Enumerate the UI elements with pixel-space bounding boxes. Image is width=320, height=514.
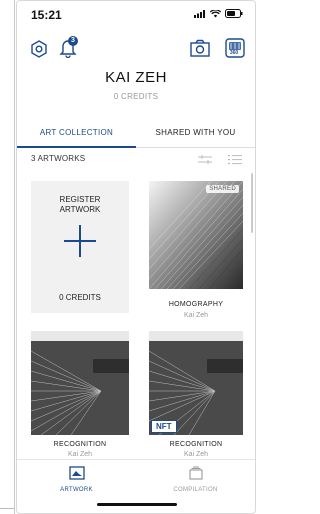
- scan-360-label: 360: [229, 50, 239, 56]
- artwork-title: RECOGNITION: [169, 441, 223, 448]
- register-artwork-card[interactable]: REGISTER ARTWORK 0 CREDITS: [31, 181, 129, 313]
- filter-button[interactable]: [197, 152, 213, 166]
- camera-icon: [190, 39, 210, 57]
- artwork-title: RECOGNITION: [53, 441, 107, 448]
- nav-compilation-label: COMPILATION: [173, 487, 218, 493]
- nft-badge: NFT: [151, 420, 177, 433]
- register-title-line1: REGISTER: [59, 195, 101, 204]
- profile-name: KAI ZEH: [105, 69, 167, 86]
- settings-button[interactable]: [29, 39, 49, 59]
- active-tab-indicator: [17, 146, 136, 148]
- shared-badge: SHARED: [206, 185, 239, 193]
- register-credits: 0 CREDITS: [59, 293, 101, 302]
- home-indicator[interactable]: [97, 503, 177, 506]
- plus-icon: [64, 225, 96, 257]
- wifi-icon: [210, 9, 221, 17]
- signal-icon: [194, 9, 205, 18]
- status-time: 15:21: [31, 8, 62, 22]
- profile-header: KAI ZEH 0 CREDITS: [17, 67, 255, 101]
- list-view-button[interactable]: [227, 152, 243, 166]
- scrollbar[interactable]: [251, 173, 253, 233]
- artwork-artist: Kai Zeh: [67, 451, 93, 458]
- status-bar: 15:21: [17, 1, 255, 29]
- tab-art-collection-label: ART COLLECTION: [39, 128, 114, 137]
- page: 15:21 3 360 KAI ZEH 0 CREDITS ART COLLEC…: [0, 0, 258, 514]
- artwork-thumbnail: [31, 331, 129, 435]
- artwork-thumbnail: NFT: [149, 331, 243, 435]
- left-frame-edge: [0, 0, 15, 514]
- nav-compilation[interactable]: COMPILATION: [136, 466, 255, 493]
- artwork-title: HOMOGRAPHY: [168, 301, 224, 308]
- phone-screen: 15:21 3 360 KAI ZEH 0 CREDITS ART COLLEC…: [16, 0, 256, 514]
- artwork-card[interactable]: RECOGNITION Kai Zeh: [31, 331, 129, 461]
- collection-tabs: ART COLLECTION SHARED WITH YOU: [17, 125, 255, 148]
- bottom-navigation: ARTWORK COMPILATION: [17, 459, 255, 506]
- filter-icon: [198, 154, 212, 164]
- notification-badge: 3: [68, 36, 78, 46]
- collection-toolbar: 3 ARTWORKS: [17, 149, 255, 169]
- homography-image: [149, 181, 243, 289]
- camera-button[interactable]: [189, 37, 211, 59]
- register-title-line2: ARTWORK: [59, 205, 101, 214]
- tab-shared-with-you-label: SHARED WITH YOU: [155, 128, 236, 137]
- tab-art-collection[interactable]: ART COLLECTION: [17, 128, 136, 137]
- battery-icon: [225, 9, 243, 18]
- compilation-icon: [188, 466, 203, 480]
- nav-artwork-label: ARTWORK: [60, 487, 93, 493]
- artwork-icon: [68, 466, 85, 480]
- notifications-button[interactable]: 3: [57, 36, 79, 59]
- scan-360-button[interactable]: 360: [223, 36, 247, 60]
- artwork-count: 3 ARTWORKS: [31, 154, 86, 163]
- artwork-thumbnail: SHARED: [149, 181, 243, 289]
- profile-credits: 0 CREDITS: [113, 92, 159, 101]
- recognition-image: [31, 331, 129, 435]
- tab-shared-with-you[interactable]: SHARED WITH YOU: [136, 128, 255, 137]
- artwork-artist: Kai Zeh: [183, 451, 209, 458]
- nav-artwork[interactable]: ARTWORK: [17, 466, 136, 493]
- artwork-artist: Kai Zeh: [183, 312, 209, 319]
- artwork-card[interactable]: NFT RECOGNITION Kai Zeh: [147, 331, 245, 461]
- settings-icon: [31, 40, 47, 58]
- top-toolbar: 3 360: [17, 31, 255, 65]
- register-artwork-title: REGISTER ARTWORK: [31, 195, 129, 215]
- list-view-icon: [228, 154, 242, 164]
- artwork-card[interactable]: SHARED HOMOGRAPHY Kai Zeh: [147, 181, 245, 331]
- status-icons: [194, 9, 243, 18]
